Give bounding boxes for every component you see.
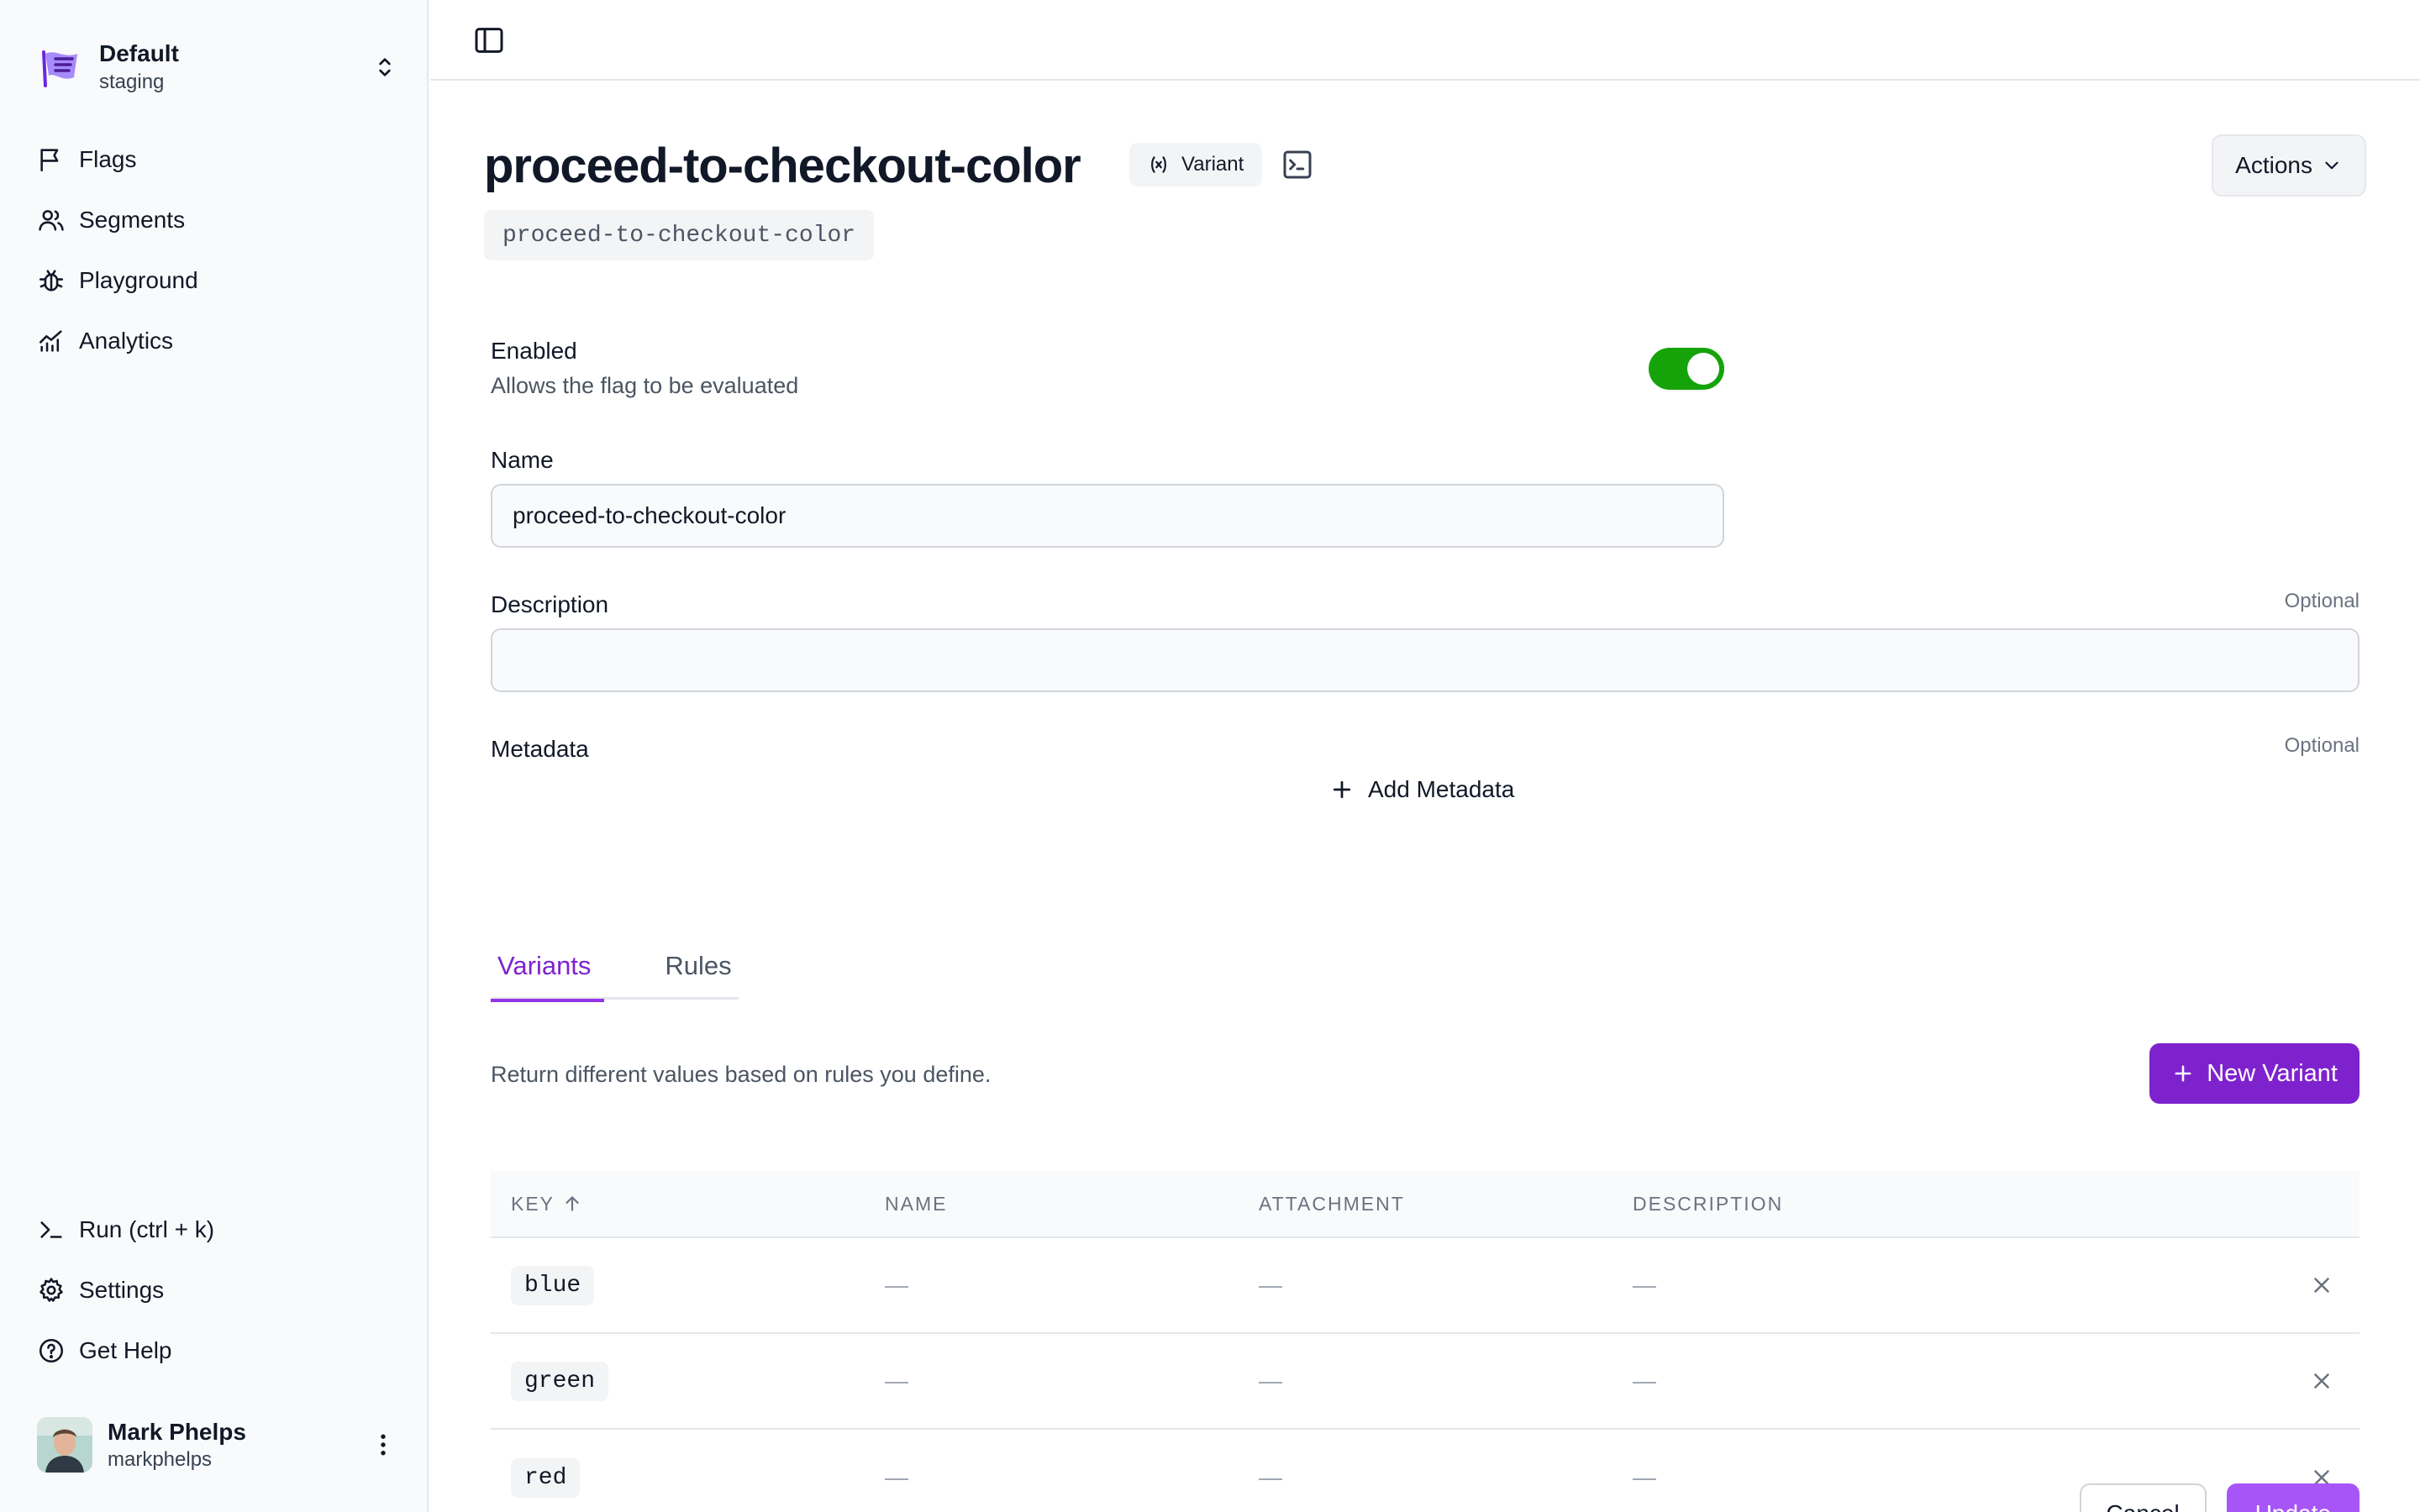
name-label: Name [491,447,554,473]
variant-name: — [885,1272,908,1298]
flipt-logo-icon [42,50,77,87]
top-bar [430,0,2420,81]
flag-key: proceed-to-checkout-color [484,210,875,260]
tab-rules[interactable]: Rules [658,932,738,1000]
new-variant-label: New Variant [2207,1059,2338,1087]
actions-button[interactable]: Actions [2212,134,2366,197]
description-label: Description [491,591,609,617]
description-optional: Optional [2284,590,2360,612]
variant-key[interactable]: green [511,1361,609,1401]
column-header-key[interactable]: KEY [491,1193,865,1215]
sidebar-item-label: Settings [79,1277,165,1303]
enabled-toggle[interactable] [1649,348,1724,390]
new-variant-button[interactable]: New Variant [2149,1043,2360,1104]
sidebar-item-label: Segments [79,207,186,233]
flag-type-badge: Variant [1129,143,1263,186]
add-metadata-button[interactable]: Add Metadata [1329,776,1514,803]
more-vertical-icon[interactable] [368,1430,398,1460]
variant-key[interactable]: blue [511,1265,595,1305]
sidebar-item-help[interactable]: Get Help [37,1324,398,1378]
plus-icon [2175,1065,2191,1082]
variant-name: — [885,1464,908,1490]
sidebar-item-label: Run (ctrl + k) [79,1216,215,1242]
sidebar-item-label: Playground [79,267,198,293]
variant-name: — [885,1368,908,1394]
table-row[interactable]: blue — — — [491,1238,2360,1334]
tab-bar: Variants Rules [491,932,739,1002]
sidebar-item-playground[interactable]: Playground [37,254,398,307]
gear-icon [39,1278,63,1302]
cancel-button[interactable]: Cancel [2079,1483,2207,1512]
column-header-name[interactable]: NAME [865,1193,1239,1215]
variants-table: KEY NAME ATTACHMENT DESCRIPTION blue — —… [491,1171,2360,1512]
namespace-switcher[interactable]: Default staging [37,34,398,101]
table-header: KEY NAME ATTACHMENT DESCRIPTION [491,1171,2360,1238]
namespace-environment: staging [99,71,165,93]
update-button[interactable]: Update [2226,1483,2360,1512]
primary-nav: Flags Segments Playground Analytics [37,133,398,375]
variants-description: Return different values based on rules y… [491,1062,992,1087]
variant-attachment: — [1259,1368,1282,1394]
metadata-optional: Optional [2284,734,2360,757]
plus-icon [1333,780,1351,799]
close-icon[interactable] [2309,1368,2334,1394]
console-icon[interactable] [1281,148,1314,181]
bug-icon [39,270,64,291]
table-row[interactable]: green — — — [491,1334,2360,1430]
avatar[interactable] [37,1417,92,1473]
enabled-label: Enabled [491,338,577,364]
sidebar-item-label: Get Help [79,1337,172,1363]
namespace-name: Default [99,40,179,66]
secondary-nav: Run (ctrl + k) Settings Get Help [37,1203,398,1384]
chart-icon [39,330,62,352]
namespace-info: Default staging [99,39,371,96]
sidebar-item-flags[interactable]: Flags [37,133,398,186]
flag-type-label: Variant [1181,153,1244,176]
description-input[interactable] [491,628,2360,692]
add-metadata-label: Add Metadata [1368,776,1515,802]
column-header-label: KEY [511,1192,555,1215]
actions-label: Actions [2235,152,2312,178]
tab-variants[interactable]: Variants [491,932,605,1002]
flag-icon [40,149,59,172]
variable-icon [1151,156,1166,173]
column-header-description[interactable]: DESCRIPTION [1612,1193,2284,1215]
sidebar-item-label: Analytics [79,328,174,354]
metadata-label: Metadata [491,736,589,762]
variant-description: — [1633,1464,1656,1490]
sidebar-item-analytics[interactable]: Analytics [37,314,398,368]
user-profile: Mark Phelps markphelps [37,1411,398,1478]
chevron-up-down-icon [379,58,391,76]
variant-description: — [1633,1272,1656,1298]
close-icon[interactable] [2309,1273,2334,1298]
name-input[interactable]: proceed-to-checkout-color [491,484,1724,548]
sidebar-item-run[interactable]: Run (ctrl + k) [37,1203,398,1257]
sidebar-item-settings[interactable]: Settings [37,1263,398,1317]
sidebar-toggle-icon[interactable] [472,24,506,57]
form-footer: Cancel Update [2079,1483,2360,1512]
user-name: Mark Phelps [108,1419,246,1445]
variant-attachment: — [1259,1272,1282,1298]
sidebar-item-label: Flags [79,146,137,172]
help-icon [39,1338,64,1363]
terminal-icon [40,1221,62,1238]
enabled-help: Allows the flag to be evaluated [491,373,799,398]
variant-key[interactable]: red [511,1457,581,1498]
sidebar-item-segments[interactable]: Segments [37,193,398,247]
flag-detail: proceed-to-checkout-color Variant procee… [430,82,2420,1512]
column-header-attachment[interactable]: ATTACHMENT [1239,1193,1612,1215]
sidebar: Default staging Flags Segments Playgroun… [0,0,429,1512]
variant-description: — [1633,1368,1656,1394]
user-handle: markphelps [108,1448,213,1471]
user-info: Mark Phelps markphelps [108,1417,368,1473]
sort-ascending-icon [566,1196,579,1211]
users-icon [39,210,64,231]
chevron-down-icon [2325,161,2338,170]
variant-attachment: — [1259,1464,1282,1490]
page-title: proceed-to-checkout-color [484,139,1081,193]
